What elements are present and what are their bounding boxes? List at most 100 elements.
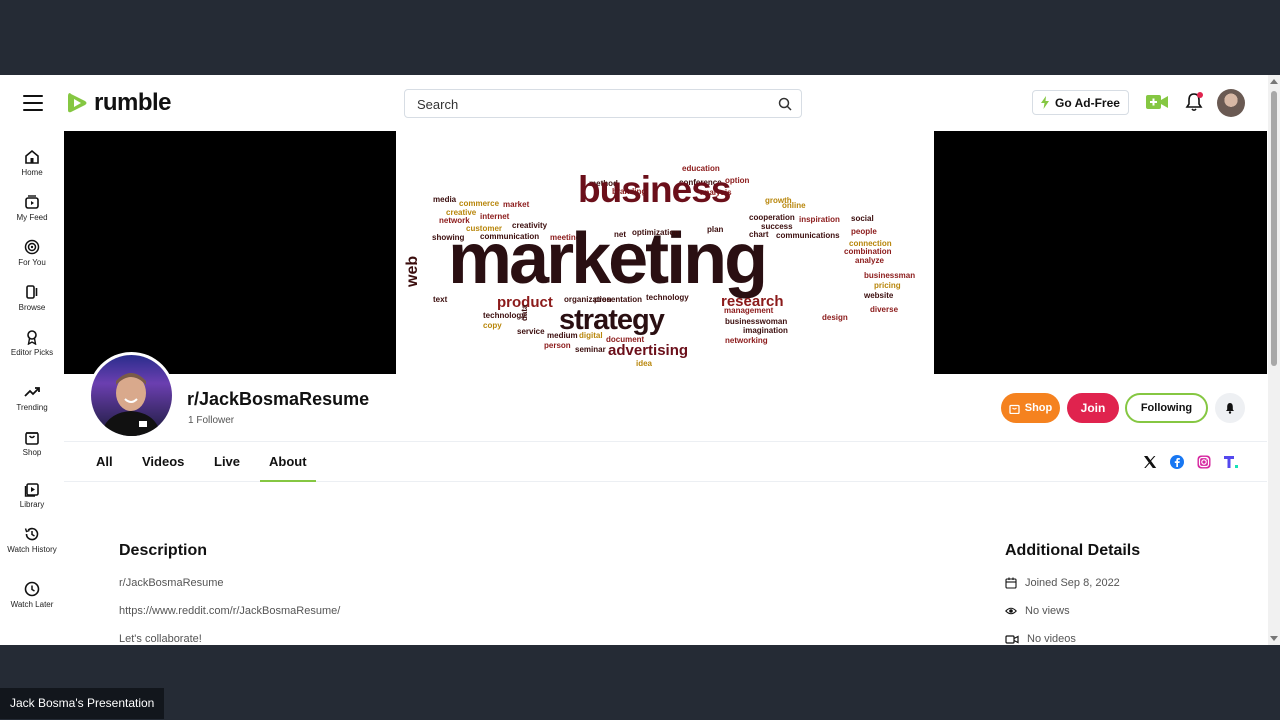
library-icon	[24, 483, 39, 497]
sidebar-item-library[interactable]: Library	[0, 481, 64, 510]
word: networking	[725, 336, 768, 345]
word: market	[503, 200, 530, 209]
home-icon	[25, 149, 39, 164]
word: combination	[844, 247, 892, 256]
sidebar-item-my-feed[interactable]: My Feed	[0, 194, 64, 223]
word: diverse	[870, 305, 899, 314]
word: businesswoman	[725, 317, 788, 326]
sidebar-label: Shop	[22, 448, 42, 457]
feed-icon	[25, 195, 39, 209]
following-button[interactable]: Following	[1125, 393, 1208, 423]
videos-count: No videos	[1027, 633, 1076, 645]
join-button[interactable]: Join	[1067, 393, 1119, 423]
word: idea	[636, 359, 653, 368]
word: service	[517, 327, 545, 336]
word: plan	[707, 225, 724, 234]
shop-button[interactable]: Shop	[1001, 393, 1060, 423]
sidebar-item-shop[interactable]: Shop	[0, 429, 64, 458]
sidebar-item-browse[interactable]: Browse	[0, 284, 64, 313]
scroll-up-arrow-icon[interactable]	[1270, 79, 1278, 84]
joined-date-row: Joined Sep 8, 2022	[1005, 577, 1120, 589]
additional-details-heading: Additional Details	[1005, 542, 1141, 559]
videos-row: No videos	[1005, 633, 1076, 645]
target-icon	[24, 239, 40, 255]
following-button-label: Following	[1140, 402, 1193, 414]
banner-word-cloud: education conference option method brand…	[396, 131, 934, 374]
go-ad-free-label: Go Ad-Free	[1055, 95, 1120, 110]
left-sidebar: Home My Feed For You Browse Editor Picks…	[0, 131, 64, 645]
search-icon[interactable]	[777, 96, 793, 112]
sidebar-item-editor-picks[interactable]: Editor Picks	[0, 329, 64, 358]
word: analyze	[855, 256, 884, 265]
lightning-icon	[1041, 96, 1050, 109]
sidebar-label: Home	[21, 168, 43, 177]
instagram-icon[interactable]	[1196, 454, 1212, 470]
word: document	[606, 335, 645, 344]
bell-icon	[1226, 403, 1234, 414]
word: business	[578, 169, 731, 210]
scrollbar-thumb[interactable]	[1271, 91, 1277, 366]
sidebar-label: Library	[19, 500, 45, 509]
word: media	[433, 195, 457, 204]
sidebar-label: Editor Picks	[10, 348, 54, 357]
upload-video-icon[interactable]	[1145, 92, 1169, 112]
word: businessman	[864, 271, 916, 280]
rumble-logo[interactable]: rumble	[64, 89, 172, 117]
word: person	[544, 341, 571, 350]
shop-bag-icon	[1009, 404, 1020, 414]
channel-notifications-button[interactable]	[1215, 393, 1245, 423]
tab-videos[interactable]: Videos	[142, 442, 184, 482]
word: data	[520, 304, 529, 321]
sidebar-item-home[interactable]: Home	[0, 149, 64, 178]
tab-live[interactable]: Live	[214, 442, 240, 482]
tab-all[interactable]: All	[96, 442, 113, 482]
word: pricing	[874, 281, 901, 290]
scroll-down-arrow-icon[interactable]	[1270, 636, 1278, 641]
notifications-bell-icon[interactable]	[1183, 91, 1205, 113]
trending-icon	[24, 387, 40, 397]
go-ad-free-button[interactable]: Go Ad-Free	[1032, 90, 1129, 115]
channel-avatar-photo	[91, 355, 172, 436]
word: advertising	[608, 342, 689, 359]
word: people	[851, 227, 877, 236]
description-line: Let's collaborate!	[119, 633, 202, 645]
hamburger-menu-icon[interactable]	[23, 95, 43, 111]
channel-avatar[interactable]	[88, 352, 175, 439]
word: website	[864, 291, 894, 300]
channel-tabs: All Videos Live About	[64, 441, 1267, 482]
word: chart	[749, 230, 769, 239]
sidebar-label: Watch Later	[10, 600, 54, 609]
shop-button-label: Shop	[1024, 402, 1053, 414]
word: social	[851, 214, 874, 223]
user-avatar[interactable]	[1217, 89, 1245, 117]
word: text	[433, 295, 448, 304]
description-heading: Description	[119, 542, 208, 559]
word: commerce	[459, 199, 500, 208]
channel-name: r/JackBosmaResume	[187, 389, 370, 409]
sidebar-label: My Feed	[16, 213, 48, 222]
video-camera-icon	[1005, 635, 1019, 644]
x-icon[interactable]	[1142, 454, 1158, 470]
sidebar-item-trending[interactable]: Trending	[0, 384, 64, 413]
sidebar-label: Browse	[18, 303, 46, 312]
word: imagination	[743, 326, 788, 335]
facebook-icon[interactable]	[1169, 454, 1185, 470]
search-box[interactable]	[404, 89, 802, 118]
ribbon-icon	[27, 330, 37, 345]
page-scrollbar[interactable]	[1268, 75, 1280, 645]
sidebar-item-watch-later[interactable]: Watch Later	[0, 581, 64, 610]
tab-about[interactable]: About	[260, 442, 316, 482]
word: technology	[646, 293, 689, 302]
word: digital	[579, 331, 603, 340]
word: medium	[547, 331, 578, 340]
search-input[interactable]	[417, 95, 757, 113]
sidebar-item-for-you[interactable]: For You	[0, 239, 64, 268]
sidebar-item-watch-history[interactable]: Watch History	[0, 526, 64, 555]
views-count: No views	[1025, 605, 1070, 617]
channel-banner: education conference option method brand…	[64, 131, 1267, 374]
word: net	[614, 230, 626, 239]
truth-social-icon[interactable]	[1223, 454, 1239, 470]
description-link[interactable]: https://www.reddit.com/r/JackBosmaResume…	[119, 605, 340, 617]
sidebar-label: Watch History	[7, 545, 57, 554]
browser-viewport: rumble Go Ad-Free Home	[0, 75, 1280, 645]
